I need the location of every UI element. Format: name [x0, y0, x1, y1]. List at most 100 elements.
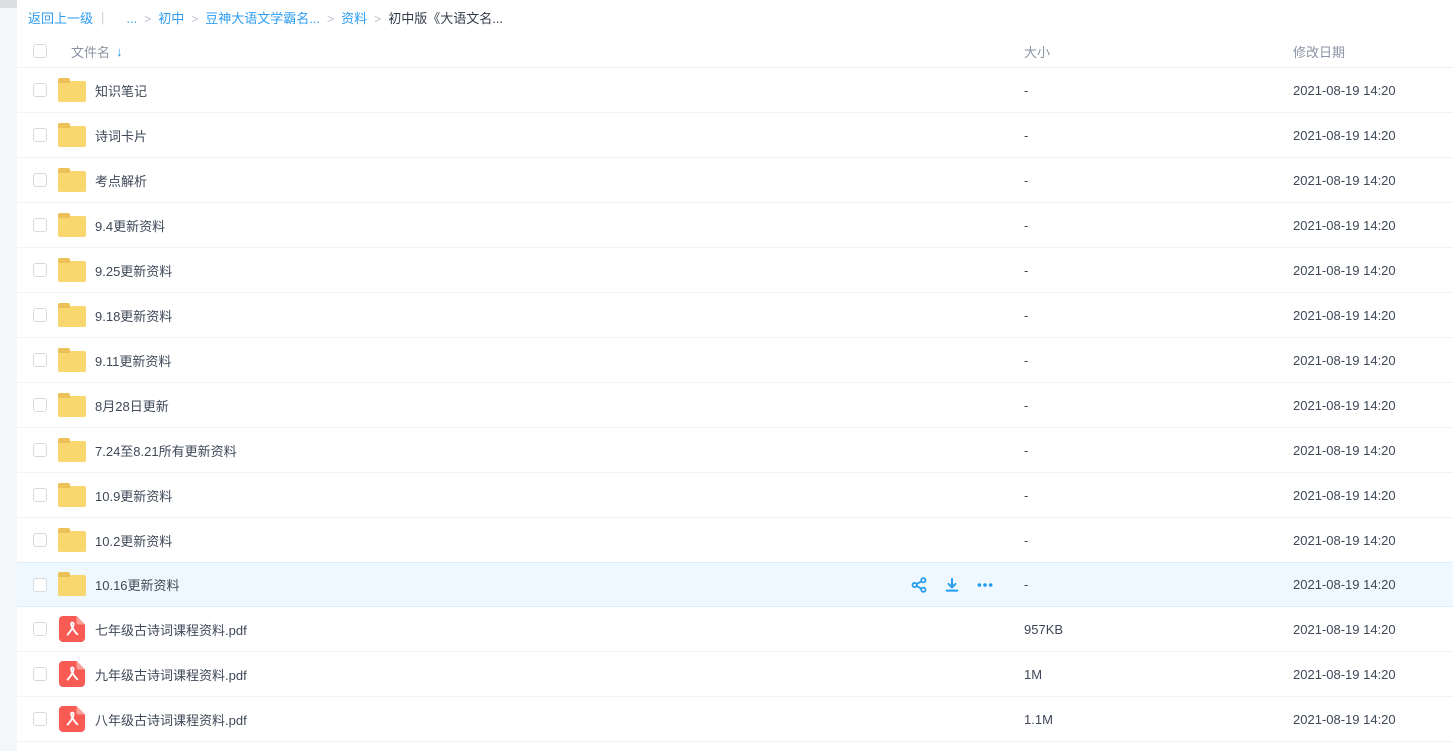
- pdf-file-icon: [59, 661, 85, 687]
- file-date: 2021-08-19 14:20: [1293, 83, 1453, 98]
- table-row[interactable]: 9.11更新资料: [17, 338, 1453, 383]
- folder-icon: [58, 575, 86, 596]
- breadcrumb-separator: >: [374, 12, 381, 26]
- more-icon[interactable]: [975, 575, 994, 594]
- file-date: 2021-08-19 14:20: [1293, 218, 1453, 233]
- file-name[interactable]: 9.11更新资料: [95, 351, 171, 370]
- pdf-file-icon: [59, 706, 85, 732]
- column-header-date: 修改日期: [1293, 42, 1453, 61]
- file-size: 1.1M: [1024, 712, 1293, 727]
- scrollbar-thumb[interactable]: [0, 0, 17, 8]
- file-date: 2021-08-19 14:20: [1293, 308, 1453, 323]
- breadcrumb-link[interactable]: 资料: [341, 11, 367, 26]
- column-header-size: 大小: [1024, 42, 1293, 61]
- row-checkbox[interactable]: [33, 83, 47, 97]
- folder-icon: [58, 81, 86, 102]
- row-checkbox[interactable]: [33, 622, 47, 636]
- file-name[interactable]: 10.9更新资料: [95, 486, 172, 505]
- file-name[interactable]: 8月28日更新: [95, 396, 169, 415]
- file-date: 2021-08-19 14:20: [1293, 667, 1453, 682]
- share-icon[interactable]: [909, 575, 928, 594]
- file-name[interactable]: 9.25更新资料: [95, 261, 172, 280]
- table-row[interactable]: 知识笔记: [17, 68, 1453, 113]
- breadcrumb-back-link[interactable]: 返回上一级: [28, 8, 93, 27]
- table-row[interactable]: 10.9更新资料: [17, 473, 1453, 518]
- row-checkbox[interactable]: [33, 173, 47, 187]
- file-date: 2021-08-19 14:20: [1293, 622, 1453, 637]
- file-date: 2021-08-19 14:20: [1293, 173, 1453, 188]
- table-row[interactable]: 8月28日更新: [17, 383, 1453, 428]
- row-checkbox[interactable]: [33, 353, 47, 367]
- file-date: 2021-08-19 14:20: [1293, 443, 1453, 458]
- file-size: -: [1024, 353, 1293, 368]
- pdf-file-icon: [59, 616, 85, 642]
- table-row[interactable]: 9.25更新资料: [17, 248, 1453, 293]
- column-header-filename[interactable]: 文件名 ↓: [56, 42, 1024, 61]
- file-size: -: [1024, 533, 1293, 548]
- file-name[interactable]: 八年级古诗词课程资料.pdf: [95, 710, 247, 729]
- file-size: -: [1024, 128, 1293, 143]
- file-name[interactable]: 9.4更新资料: [95, 216, 165, 235]
- breadcrumb-separator: >: [327, 12, 334, 26]
- file-name[interactable]: 10.2更新资料: [95, 531, 172, 550]
- sort-desc-icon: ↓: [116, 44, 123, 59]
- file-name[interactable]: 10.16更新资料: [95, 575, 180, 594]
- left-edge-strip: [0, 0, 17, 751]
- table-row[interactable]: 九年级古诗词课程资料.pdf: [17, 652, 1453, 697]
- content-area: 返回上一级 | ...>初中>豆神大语文学霸名...>资料>初中版《大语文名..…: [17, 0, 1453, 742]
- file-date: 2021-08-19 14:20: [1293, 353, 1453, 368]
- file-name[interactable]: 知识笔记: [95, 81, 147, 100]
- file-size: -: [1024, 218, 1293, 233]
- breadcrumb-current: 初中版《大语文名...: [388, 11, 503, 26]
- file-manager-page: 返回上一级 | ...>初中>豆神大语文学霸名...>资料>初中版《大语文名..…: [0, 0, 1453, 751]
- file-name[interactable]: 九年级古诗词课程资料.pdf: [95, 665, 247, 684]
- breadcrumb-pipe: |: [101, 10, 104, 25]
- file-size: -: [1024, 173, 1293, 188]
- row-hover-actions: [909, 575, 994, 594]
- row-checkbox[interactable]: [33, 398, 47, 412]
- table-row[interactable]: 9.4更新资料: [17, 203, 1453, 248]
- breadcrumb-link[interactable]: ...: [126, 11, 137, 26]
- file-date: 2021-08-19 14:20: [1293, 263, 1453, 278]
- table-row[interactable]: 考点解析: [17, 158, 1453, 203]
- row-checkbox[interactable]: [33, 308, 47, 322]
- table-row[interactable]: 八年级古诗词课程资料.pdf: [17, 697, 1453, 742]
- file-name[interactable]: 7.24至8.21所有更新资料: [95, 441, 237, 460]
- file-size: -: [1024, 488, 1293, 503]
- table-row[interactable]: 10.2更新资料: [17, 518, 1453, 563]
- file-date: 2021-08-19 14:20: [1293, 712, 1453, 727]
- breadcrumb-link[interactable]: 初中: [158, 11, 184, 26]
- table-row[interactable]: 9.18更新资料: [17, 293, 1453, 338]
- file-name[interactable]: 9.18更新资料: [95, 306, 172, 325]
- row-checkbox[interactable]: [33, 218, 47, 232]
- row-checkbox[interactable]: [33, 667, 47, 681]
- row-checkbox[interactable]: [33, 443, 47, 457]
- row-checkbox[interactable]: [33, 263, 47, 277]
- row-checkbox[interactable]: [33, 488, 47, 502]
- table-row[interactable]: 7.24至8.21所有更新资料: [17, 428, 1453, 473]
- table-header: 文件名 ↓ 大小 修改日期: [17, 35, 1453, 68]
- file-size: -: [1024, 83, 1293, 98]
- download-icon[interactable]: [942, 575, 961, 594]
- file-name[interactable]: 诗词卡片: [95, 126, 147, 145]
- breadcrumb-separator: >: [144, 12, 151, 26]
- table-row[interactable]: 七年级古诗词课程资料.pdf: [17, 607, 1453, 652]
- folder-icon: [58, 351, 86, 372]
- table-row[interactable]: 10.16更新资料: [17, 562, 1453, 607]
- file-size: 957KB: [1024, 622, 1293, 637]
- folder-icon: [58, 171, 86, 192]
- select-all-checkbox[interactable]: [33, 44, 47, 58]
- breadcrumb-link[interactable]: 豆神大语文学霸名...: [205, 11, 320, 26]
- file-name[interactable]: 考点解析: [95, 171, 147, 190]
- breadcrumb: 返回上一级 | ...>初中>豆神大语文学霸名...>资料>初中版《大语文名..…: [17, 0, 1453, 35]
- file-date: 2021-08-19 14:20: [1293, 533, 1453, 548]
- row-checkbox[interactable]: [33, 578, 47, 592]
- file-name[interactable]: 七年级古诗词课程资料.pdf: [95, 620, 247, 639]
- folder-icon: [58, 261, 86, 282]
- file-size: -: [1024, 443, 1293, 458]
- row-checkbox[interactable]: [33, 712, 47, 726]
- row-checkbox[interactable]: [33, 128, 47, 142]
- row-checkbox[interactable]: [33, 533, 47, 547]
- table-row[interactable]: 诗词卡片: [17, 113, 1453, 158]
- file-date: 2021-08-19 14:20: [1293, 398, 1453, 413]
